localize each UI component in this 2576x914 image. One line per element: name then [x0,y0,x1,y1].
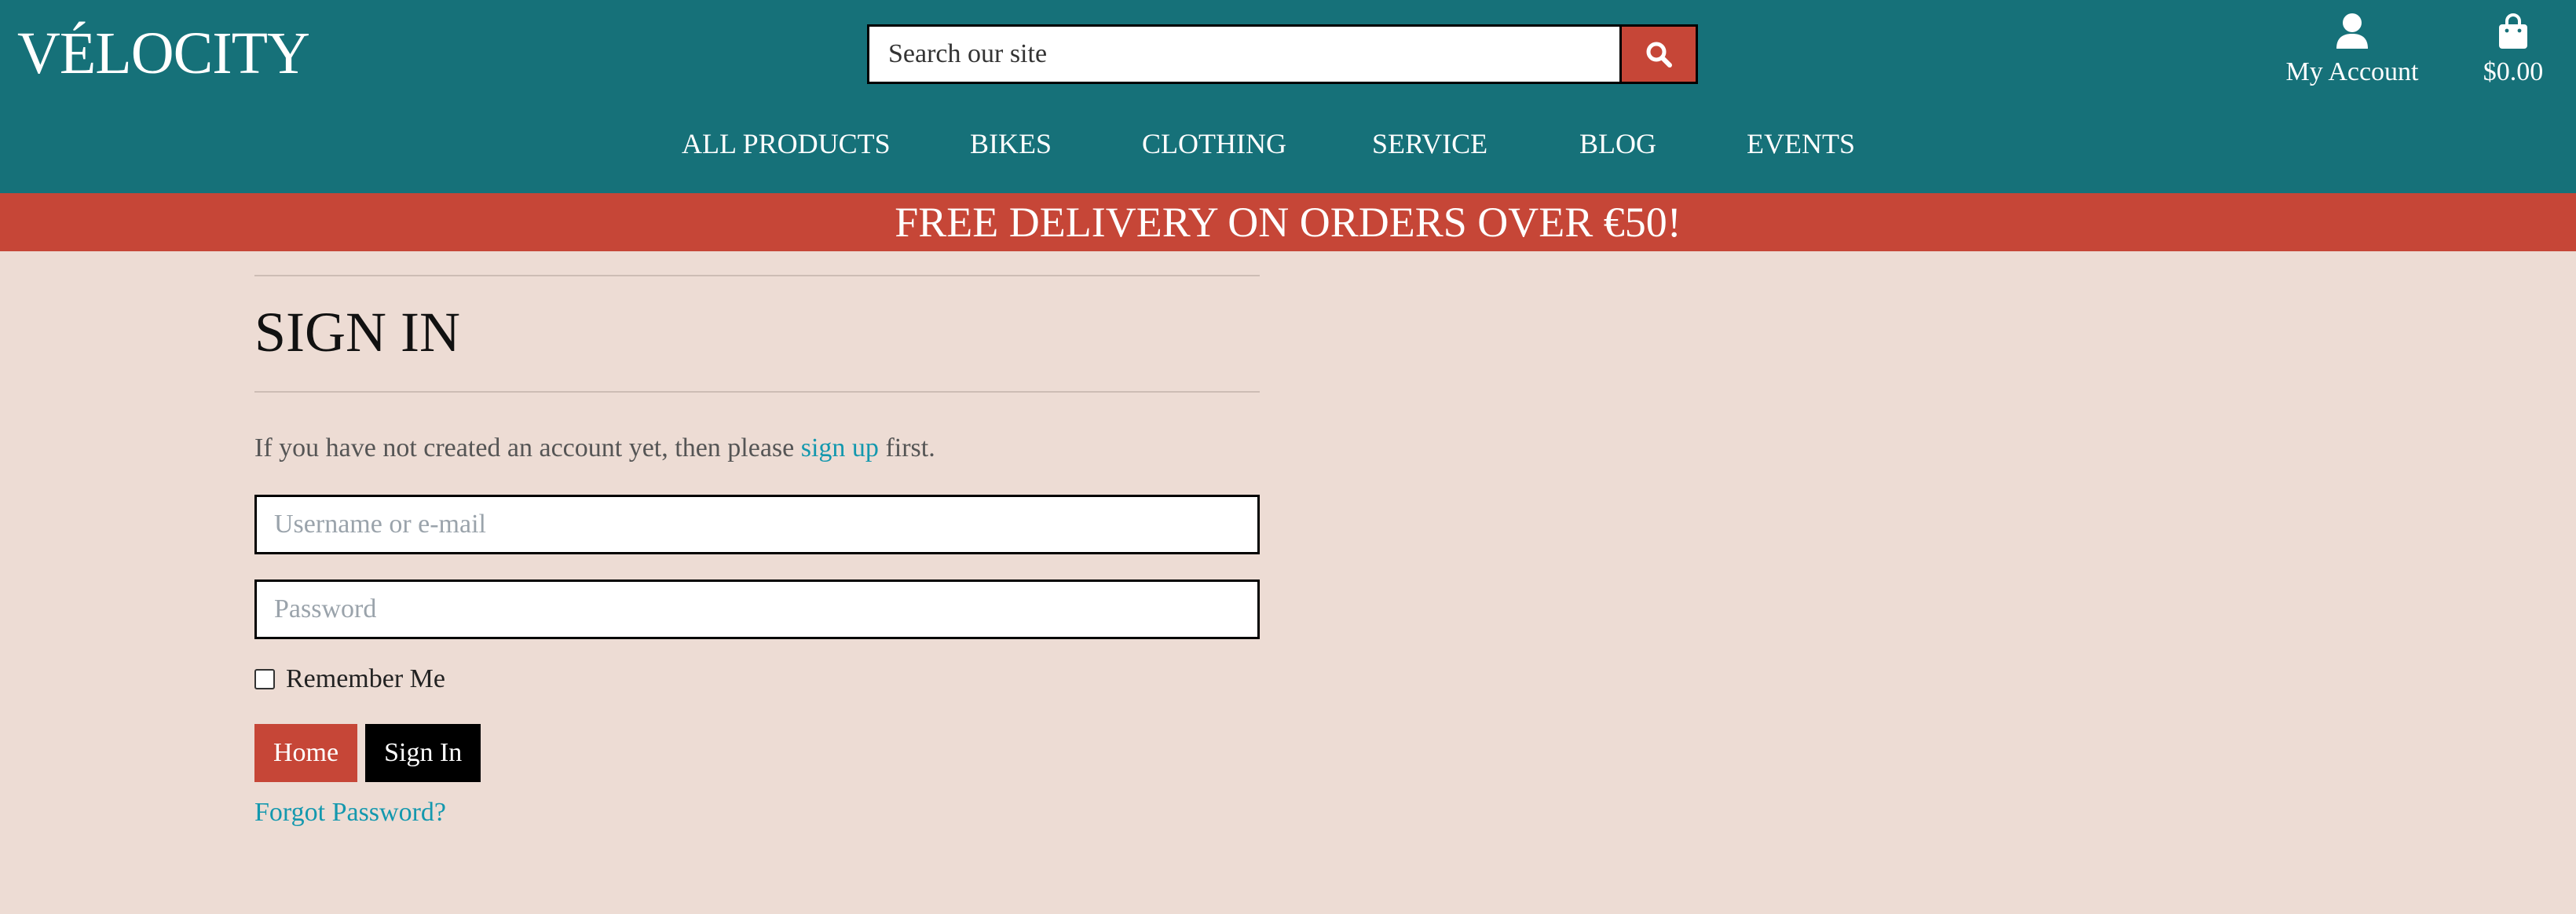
signup-prompt: If you have not created an account yet, … [254,433,1260,463]
signup-prompt-suffix: first. [878,433,935,462]
my-account-label: My Account [2285,57,2419,86]
remember-me-label[interactable]: Remember Me [286,664,445,694]
search-icon [1646,42,1672,68]
forgot-password-link[interactable]: Forgot Password? [254,798,1260,828]
remember-me-checkbox[interactable] [254,669,275,689]
home-button[interactable]: Home [254,724,358,782]
promo-banner: FREE DELIVERY ON ORDERS OVER €50! [0,193,2576,251]
user-icon [2336,13,2368,49]
page-title: SIGN IN [254,301,460,364]
search-form [867,24,1698,84]
cart-total: $0.00 [2483,57,2544,86]
nav-item-clothing[interactable]: CLOTHING [1142,127,1286,160]
signup-link[interactable]: sign up [801,433,879,462]
form-buttons: Home Sign In [254,724,1260,782]
nav-item-service[interactable]: SERVICE [1372,127,1487,160]
nav-item-all-products[interactable]: ALL PRODUCTS [682,127,891,160]
site-logo[interactable]: VÉLOCITY [17,14,310,93]
remember-me-row: Remember Me [254,664,1260,694]
nav-item-blog[interactable]: BLOG [1579,127,1656,160]
cart-link[interactable]: $0.00 [2474,13,2552,87]
sign-in-button[interactable]: Sign In [365,724,481,782]
password-field[interactable] [254,579,1260,639]
shopping-bag-icon [2499,13,2527,49]
main-nav: ALL PRODUCTS BIKES CLOTHING SERVICE BLOG… [0,127,2576,170]
signin-section: SIGN IN If you have not created an accou… [254,275,1260,828]
title-divider [254,391,1260,393]
site-header: VÉLOCITY My Account $0.00 ALL PRODUCTS B… [0,0,2576,193]
nav-item-events[interactable]: EVENTS [1747,127,1855,160]
my-account-link[interactable]: My Account [2278,13,2427,87]
search-button[interactable] [1619,24,1698,84]
top-divider [254,275,1260,276]
search-input[interactable] [867,24,1619,84]
signup-prompt-text: If you have not created an account yet, … [254,433,801,462]
nav-item-bikes[interactable]: BIKES [970,127,1052,160]
username-field[interactable] [254,495,1260,554]
